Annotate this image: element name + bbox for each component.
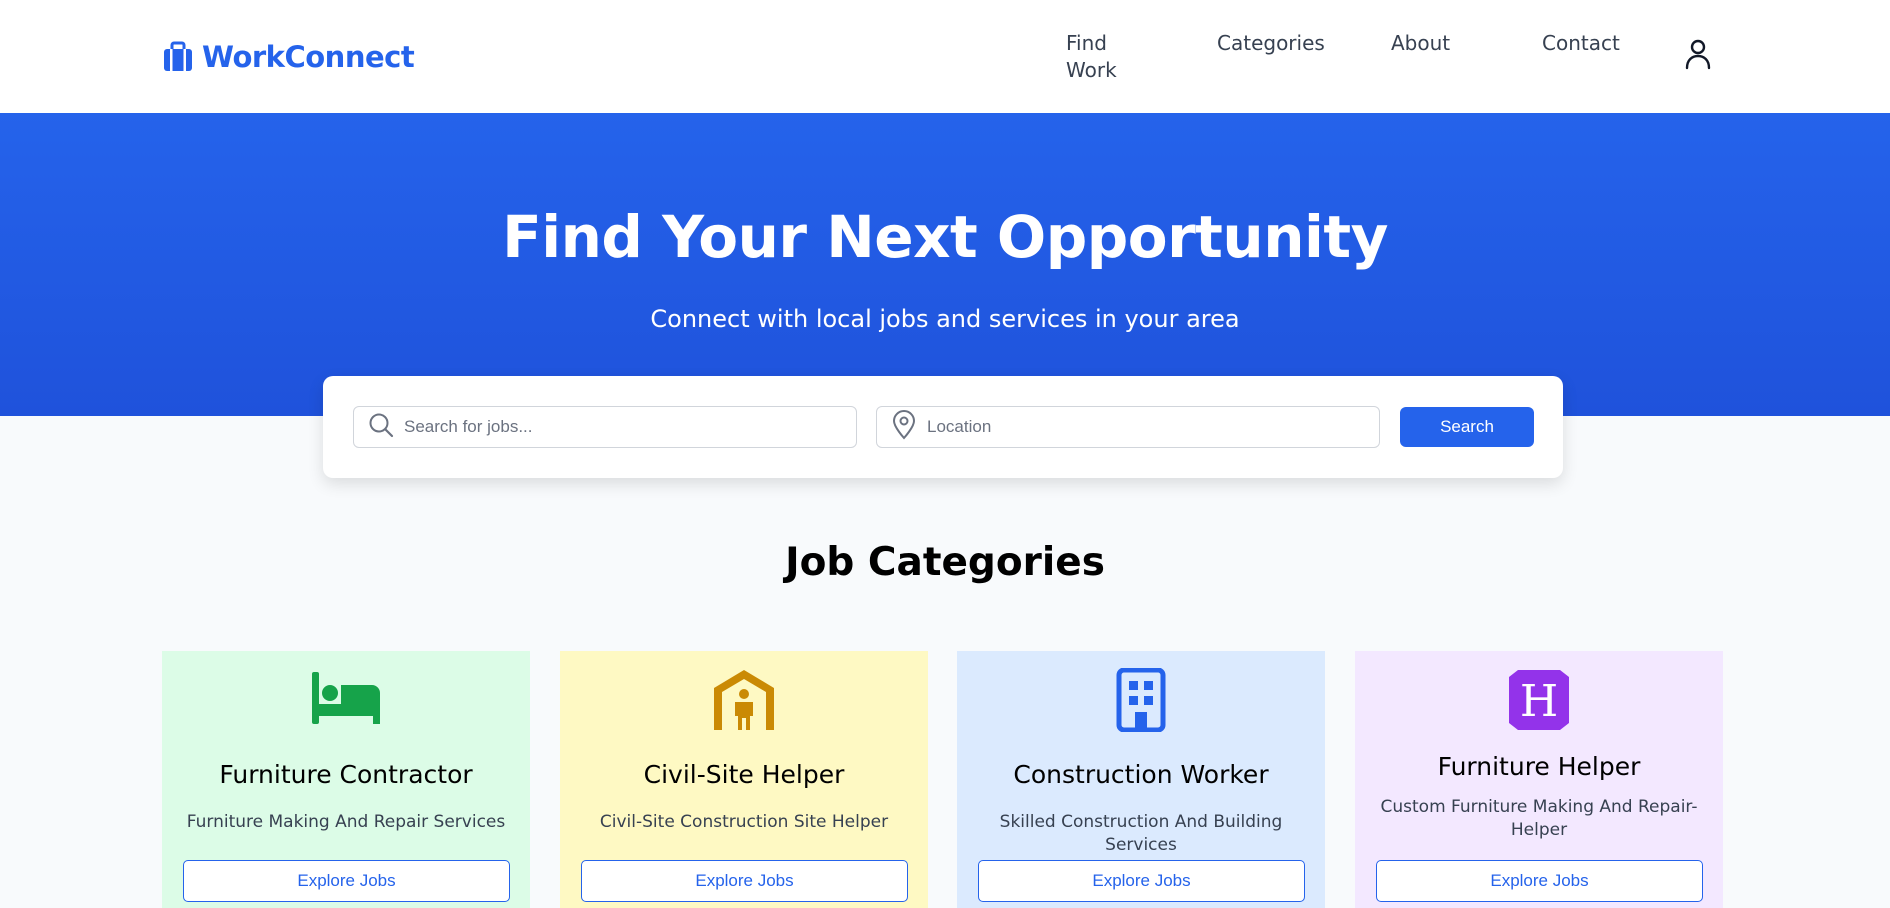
location-field[interactable]	[876, 406, 1380, 448]
card-title: Furniture Contractor	[219, 760, 473, 789]
category-card: Construction Worker Skilled Construction…	[957, 651, 1325, 908]
svg-text:H: H	[1520, 676, 1558, 727]
location-input[interactable]	[927, 417, 1347, 437]
explore-jobs-button[interactable]: Explore Jobs	[978, 860, 1305, 902]
hero-banner: Find Your Next Opportunity Connect with …	[0, 113, 1890, 416]
section-title: Job Categories	[785, 540, 1105, 585]
explore-jobs-button[interactable]: Explore Jobs	[1376, 860, 1703, 902]
brand-logo[interactable]: WorkConnect	[162, 40, 415, 74]
map-pin-icon	[877, 410, 917, 444]
card-description: Skilled Construction And Building Servic…	[999, 812, 1283, 855]
search-icon	[354, 412, 394, 442]
bed-icon	[308, 668, 384, 732]
h-square-icon: H	[1501, 668, 1577, 732]
nav-find-work[interactable]: Find Work	[1066, 30, 1136, 84]
category-card: Civil-Site Helper Civil-Site Constructio…	[560, 651, 928, 908]
card-title: Furniture Helper	[1437, 752, 1641, 781]
card-description: Furniture Making And Repair Services	[186, 812, 506, 832]
hero-subtitle: Connect with local jobs and services in …	[650, 305, 1240, 333]
briefcase-icon	[162, 41, 194, 73]
explore-jobs-button[interactable]: Explore Jobs	[581, 860, 908, 902]
card-title: Civil-Site Helper	[643, 760, 845, 789]
search-button[interactable]: Search	[1400, 407, 1534, 447]
card-description: Custom Furniture Making And Repair-Helpe…	[1380, 797, 1698, 840]
building-icon	[1103, 667, 1179, 733]
explore-jobs-button[interactable]: Explore Jobs	[183, 860, 510, 902]
brand-name: WorkConnect	[202, 40, 415, 74]
hero-title: Find Your Next Opportunity	[502, 203, 1388, 271]
search-field[interactable]	[353, 406, 857, 448]
category-card: H Furniture Helper Custom Furniture Maki…	[1355, 651, 1723, 908]
nav-categories[interactable]: Categories	[1217, 30, 1325, 57]
search-card: Search	[323, 376, 1563, 478]
nav-contact[interactable]: Contact	[1542, 30, 1620, 57]
site-header: WorkConnect Find Work Categories About C…	[0, 0, 1890, 113]
card-title: Construction Worker	[1013, 760, 1269, 789]
category-card: Furniture Contractor Furniture Making An…	[162, 651, 530, 908]
house-person-icon	[706, 668, 782, 732]
card-description: Civil-Site Construction Site Helper	[599, 812, 889, 832]
search-input[interactable]	[404, 417, 824, 437]
user-icon[interactable]	[1684, 38, 1712, 70]
nav-about[interactable]: About	[1391, 30, 1450, 57]
